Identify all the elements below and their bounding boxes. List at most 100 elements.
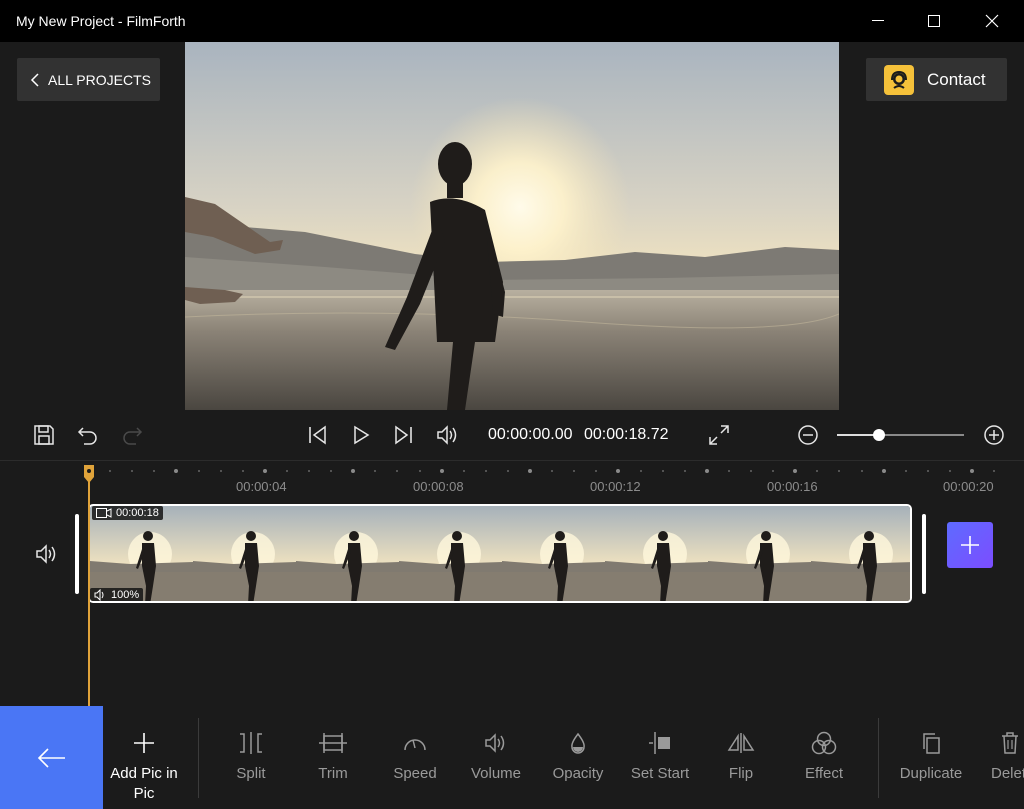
zoom-out-button[interactable] [795, 410, 821, 460]
save-icon [34, 425, 54, 445]
speed-label: Speed [393, 765, 437, 782]
save-button[interactable] [30, 410, 58, 460]
trim-button[interactable]: Trim [304, 706, 362, 809]
ruler-tick [661, 470, 664, 472]
clip-duration: 00:00:18 [116, 507, 159, 519]
redo-icon [123, 427, 143, 445]
duplicate-icon [920, 730, 942, 756]
volume-button[interactable] [432, 410, 462, 460]
plus-icon [961, 536, 979, 554]
ruler-tick [750, 470, 752, 472]
speedometer-icon [402, 730, 428, 756]
zoom-out-icon [798, 425, 818, 445]
clip-trim-handle-right[interactable] [922, 514, 926, 594]
arrow-left-icon [37, 747, 65, 768]
clip-duration-badge: 00:00:18 [92, 506, 163, 520]
undo-button[interactable] [74, 410, 102, 460]
ruler-tick [704, 469, 709, 473]
maximize-icon [928, 15, 940, 27]
video-preview[interactable] [185, 42, 839, 410]
ruler-label: 00:00:12 [590, 479, 641, 494]
add-pic-in-pic-button[interactable]: Add Pic in Pic [106, 706, 182, 809]
toolbar-divider [878, 718, 879, 798]
fullscreen-button[interactable] [704, 410, 734, 460]
close-button[interactable] [966, 0, 1018, 42]
contact-button[interactable]: Contact [866, 58, 1007, 101]
trim-label: Trim [318, 765, 348, 782]
ruler-tick [262, 469, 267, 473]
title-bar: My New Project - FilmForth [0, 0, 1024, 42]
undo-icon [77, 427, 97, 445]
volume-label: Volume [470, 765, 522, 782]
duplicate-button[interactable]: Duplicate [896, 706, 966, 809]
total-time: 00:00:18.72 [584, 426, 669, 443]
split-label: Split [236, 765, 266, 782]
droplet-icon [568, 730, 588, 756]
close-icon [985, 14, 999, 28]
ruler-tick [904, 470, 907, 472]
delete-label: Delete [991, 765, 1024, 782]
ruler-tick [285, 470, 288, 472]
track-mute-button[interactable] [34, 543, 60, 570]
minimize-button[interactable] [852, 0, 904, 42]
current-time: 00:00:00.00 [488, 426, 573, 443]
set-start-icon [647, 730, 673, 756]
zoom-slider-thumb[interactable] [873, 429, 885, 441]
clip-thumbnail [399, 506, 502, 601]
add-pic-in-pic-label: Add Pic in Pic [110, 765, 178, 802]
opacity-button[interactable]: Opacity [548, 706, 608, 809]
speaker-icon [437, 425, 457, 445]
ruler-tick [926, 470, 929, 472]
add-clip-button[interactable] [947, 522, 993, 568]
video-clip[interactable]: 00:00:18 100% [88, 504, 912, 603]
clip-thumbnail [811, 506, 910, 601]
clip-thumbnail [502, 506, 605, 601]
ruler-tick [727, 470, 730, 472]
flip-icon [727, 730, 755, 756]
skip-to-end-button[interactable] [389, 410, 419, 460]
clip-thumbnail [708, 506, 811, 601]
play-button[interactable] [346, 410, 376, 460]
split-button[interactable]: Split [222, 706, 280, 809]
ruler-label: 00:00:16 [767, 479, 818, 494]
skip-back-icon [309, 425, 326, 445]
effect-label: Effect [804, 765, 844, 782]
plus-icon [134, 730, 154, 756]
ruler-tick [528, 469, 532, 473]
playhead[interactable] [88, 470, 90, 706]
skip-to-start-button[interactable] [302, 410, 332, 460]
ruler-tick [462, 470, 465, 472]
maximize-button[interactable] [908, 0, 960, 42]
all-projects-button[interactable]: ALL PROJECTS [17, 58, 160, 101]
clip-thumbnail [605, 506, 708, 601]
set-start-button[interactable]: Set Start [626, 706, 694, 809]
minimize-icon [872, 20, 884, 21]
ruler-tick [639, 470, 642, 472]
ruler-tick [948, 470, 951, 472]
ruler-label: 00:00:20 [943, 479, 994, 494]
speaker-icon [483, 730, 509, 756]
clip-trim-handle-left[interactable] [75, 514, 79, 594]
clip-volume: 100% [111, 589, 140, 601]
back-button[interactable] [0, 706, 103, 809]
flip-button[interactable]: Flip [714, 706, 768, 809]
zoom-in-button[interactable] [981, 410, 1007, 460]
window-title: My New Project - FilmForth [16, 13, 186, 29]
trim-icon [318, 730, 348, 756]
speed-button[interactable]: Speed [386, 706, 444, 809]
delete-button[interactable]: Delete [986, 706, 1024, 809]
effect-button[interactable]: Effect [796, 706, 852, 809]
ruler-tick [683, 470, 686, 472]
ruler-tick [418, 470, 421, 472]
clip-volume-badge: 100% [90, 588, 144, 601]
play-icon [354, 425, 370, 445]
playhead-handle[interactable] [83, 464, 95, 484]
redo-button[interactable] [118, 410, 146, 460]
ruler-tick [484, 470, 487, 472]
ruler-label: 00:00:08 [413, 479, 464, 494]
duplicate-label: Duplicate [899, 765, 963, 782]
ruler-tick [241, 470, 244, 472]
volume-tool-button[interactable]: Volume [466, 706, 526, 809]
effect-icon [811, 730, 837, 756]
opacity-label: Opacity [552, 765, 604, 782]
